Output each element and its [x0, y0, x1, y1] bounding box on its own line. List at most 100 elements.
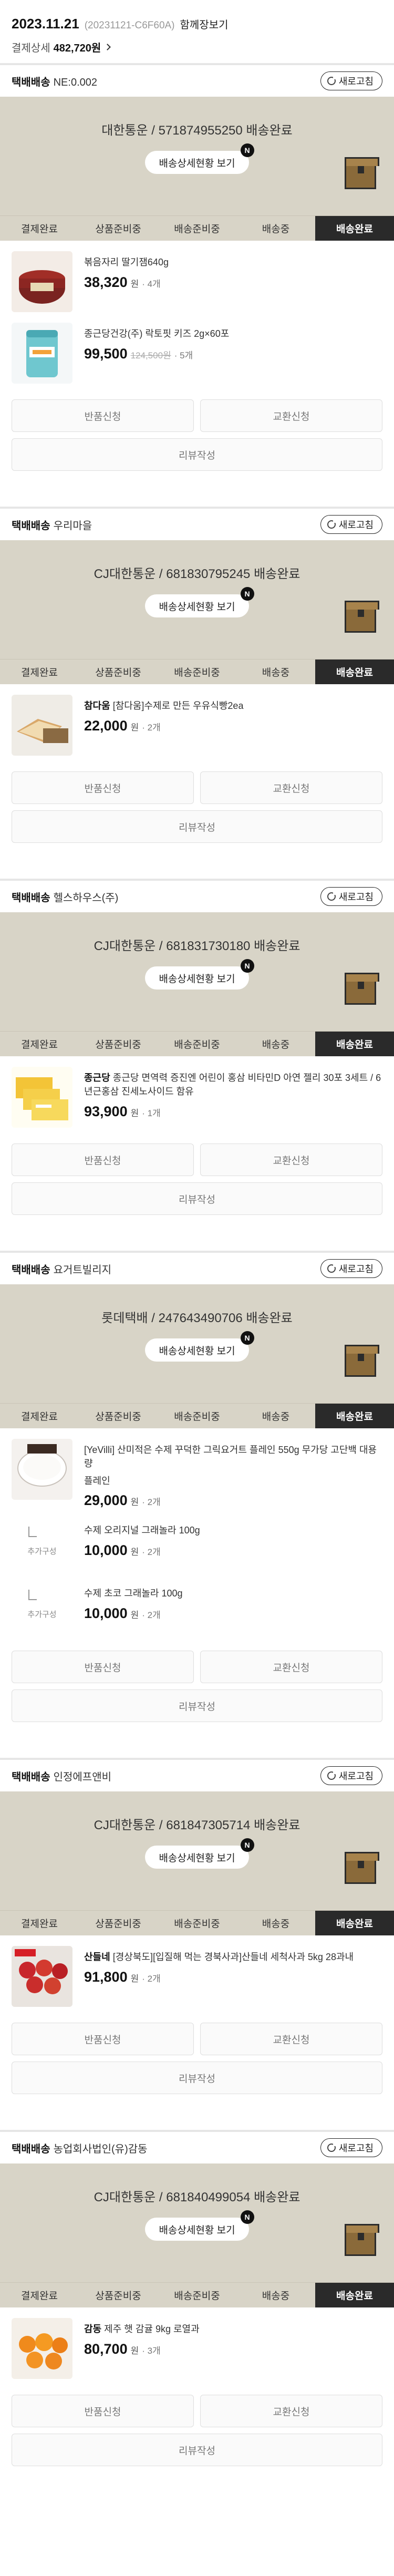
- write-review-button[interactable]: 리뷰작성: [12, 1182, 382, 1215]
- step-1: 결제완료: [21, 667, 58, 678]
- return-button[interactable]: 반품신청: [12, 771, 194, 804]
- product-thumbnail[interactable]: [12, 323, 72, 384]
- exchange-button[interactable]: 교환신청: [200, 1651, 382, 1683]
- price-value: 10,000: [84, 1542, 128, 1558]
- exchange-button[interactable]: 교환신청: [200, 2395, 382, 2427]
- price-value: 29,000: [84, 1492, 128, 1508]
- exchange-button[interactable]: 교환신청: [200, 2023, 382, 2055]
- currency-unit: 원: [130, 1108, 139, 1118]
- product-title: [참다움]수제로 만든 우유식빵2ea: [112, 700, 244, 711]
- return-button[interactable]: 반품신청: [12, 1651, 194, 1683]
- product-item[interactable]: [YeVilli] 산미적은 수제 꾸덕한 그릭요거트 플레인 550g 무가당…: [12, 1439, 382, 1519]
- return-button[interactable]: 반품신청: [12, 1143, 194, 1176]
- product-thumbnail[interactable]: [12, 695, 72, 756]
- item-list: 감동 제주 햇 감귤 9kg 로열과 80,700 원 · 3개: [0, 2307, 394, 2395]
- return-button[interactable]: 반품신청: [12, 2395, 194, 2427]
- write-review-button[interactable]: 리뷰작성: [12, 438, 382, 471]
- item-actions: 반품신청 교환신청리뷰작성: [0, 771, 394, 857]
- product-thumbnail[interactable]: [12, 1439, 72, 1500]
- refresh-button[interactable]: 새로고침: [320, 515, 382, 534]
- step-3: 배송준비중: [174, 2291, 220, 2302]
- tracking-detail-button[interactable]: 배송상세현황 보기: [145, 594, 249, 617]
- price-value: 22,000: [84, 718, 128, 734]
- refresh-button[interactable]: 새로고침: [320, 71, 382, 90]
- order-detail-page: 2023.11.21 (20231121-C6F60A) 함께장보기 결제상세 …: [0, 0, 394, 2576]
- addon-item[interactable]: 추가구성 수제 오리지널 그래놀라 100g 10,000 원 · 2개: [12, 1519, 382, 1582]
- product-thumbnail[interactable]: [12, 251, 72, 312]
- exchange-button[interactable]: 교환신청: [200, 1143, 382, 1176]
- carrier-tracking-line: 대한통운 / 571874955250 배송완료: [101, 123, 293, 138]
- product-thumbnail[interactable]: [12, 1067, 72, 1128]
- step-4: 배송중: [262, 1411, 290, 1423]
- addon-item[interactable]: 추가구성 수제 초코 그래놀라 100g 10,000 원 · 2개: [12, 1582, 382, 1645]
- action-row: 반품신청 교환신청: [12, 1143, 382, 1176]
- product-brand: 산들네: [84, 1952, 110, 1962]
- branch-icon: [28, 1590, 37, 1600]
- return-button[interactable]: 반품신청: [12, 2023, 194, 2055]
- product-item[interactable]: 산들네 [경상북도][입질해 먹는 경북사과]산들네 세척사과 5kg 28과내…: [12, 1946, 382, 2017]
- view-together-link[interactable]: 함께장보기: [180, 16, 229, 32]
- new-badge: N: [240, 2210, 254, 2224]
- price-value: 80,700: [84, 2341, 128, 2357]
- refresh-button[interactable]: 새로고침: [320, 887, 382, 906]
- shipment-label: 택배배송 농업회사법인(유)감동: [12, 2140, 148, 2156]
- price-value: 38,320: [84, 274, 128, 290]
- tracking-detail-button[interactable]: 배송상세현황 보기: [145, 2218, 249, 2241]
- new-badge: N: [240, 587, 254, 601]
- exchange-button[interactable]: 교환신청: [200, 399, 382, 432]
- write-review-button[interactable]: 리뷰작성: [12, 2434, 382, 2466]
- step-5: 배송완료: [315, 2283, 394, 2307]
- product-name: [YeVilli] 산미적은 수제 꾸덕한 그릭요거트 플레인 550g 무가당…: [84, 1443, 382, 1470]
- refresh-button[interactable]: 새로고침: [320, 1259, 382, 1278]
- tracking-detail-button[interactable]: 배송상세현황 보기: [145, 966, 249, 990]
- delivery-steps: 결제완료 상품준비중 배송준비중 배송중 배송완료: [0, 1910, 394, 1935]
- product-item[interactable]: 종근당건강(주) 락토핏 키즈 2g×60포 99,500 124,500원 · 5개: [12, 323, 382, 394]
- write-review-button[interactable]: 리뷰작성: [12, 1689, 382, 1722]
- step-4: 배송중: [262, 1919, 290, 1930]
- refresh-button[interactable]: 새로고침: [320, 2138, 382, 2157]
- tracking-detail-button[interactable]: 배송상세현황 보기: [145, 151, 249, 174]
- delivery-steps: 결제완료 상품준비중 배송준비중 배송중 배송완료: [0, 1031, 394, 1056]
- shipment-header: 택배배송 요거트빌리지 새로고침: [0, 1253, 394, 1284]
- product-item[interactable]: 감동 제주 햇 감귤 9kg 로열과 80,700 원 · 3개: [12, 2318, 382, 2389]
- quantity: · 2개: [142, 1547, 161, 1557]
- tracking-detail-button[interactable]: 배송상세현황 보기: [145, 1338, 249, 1362]
- step-1: 결제완료: [21, 224, 58, 235]
- product-item[interactable]: 참다움 [참다움]수제로 만든 우유식빵2ea 22,000 원 · 2개: [12, 695, 382, 766]
- shipment-header: 택배배송 농업회사법인(유)감동 새로고침: [0, 2132, 394, 2163]
- tracking-detail-button[interactable]: 배송상세현황 보기: [145, 1846, 249, 1869]
- currency-unit: 원: [130, 1547, 139, 1557]
- product-thumbnail[interactable]: [12, 2318, 72, 2379]
- step-1: 결제완료: [21, 1039, 58, 1050]
- quantity: · 2개: [142, 1974, 161, 1984]
- shipment-block: 택배배송 요거트빌리지 새로고침 롯데택배 / 247643490706 배송완료 배송…: [0, 1253, 394, 1736]
- return-button[interactable]: 반품신청: [12, 399, 194, 432]
- write-review-button[interactable]: 리뷰작성: [12, 2062, 382, 2094]
- product-item[interactable]: 종근당 종근당 면역력 증진엔 어린이 홍삼 비타민D 아연 젤리 30포 3세…: [12, 1067, 382, 1138]
- delivery-box-icon: [345, 157, 379, 189]
- delivery-type: 택배배송: [12, 1264, 50, 1276]
- price-value: 91,800: [84, 1969, 128, 1985]
- exchange-button[interactable]: 교환신청: [200, 771, 382, 804]
- tracking-wrap: 배송상세현황 보기 N: [145, 2210, 254, 2241]
- product-thumbnail[interactable]: [12, 1946, 72, 2007]
- new-badge: N: [240, 143, 254, 157]
- product-item[interactable]: 볶음자리 딸기잼640g 38,320 원 · 4개: [12, 251, 382, 323]
- quantity: · 1개: [142, 1108, 161, 1118]
- payment-detail-link[interactable]: 결제상세 482,720원: [12, 39, 382, 55]
- step-3: 배송준비중: [174, 1039, 220, 1050]
- refresh-label: 새로고침: [338, 76, 374, 87]
- addon-price: 10,000 원 · 2개: [84, 1542, 382, 1559]
- tracking-wrap: 배송상세현황 보기 N: [145, 1331, 254, 1362]
- shipment-block: 택배배송 우리마을 새로고침 CJ대한통운 / 681830795245 배송완료 배송…: [0, 509, 394, 857]
- shipment-label: 택배배송 헬스하우스(주): [12, 889, 118, 904]
- shipment-label: 택배배송 우리마을: [12, 517, 92, 532]
- step-2: 상품준비중: [95, 667, 141, 678]
- tracking-wrap: 배송상세현황 보기 N: [145, 587, 254, 617]
- write-review-button[interactable]: 리뷰작성: [12, 810, 382, 843]
- product-title: 종근당건강(주) 락토핏 키즈 2g×60포: [84, 328, 230, 339]
- order-code: (20231121-C6F60A): [84, 20, 175, 31]
- refresh-button[interactable]: 새로고침: [320, 1766, 382, 1785]
- refresh-icon: [327, 520, 336, 529]
